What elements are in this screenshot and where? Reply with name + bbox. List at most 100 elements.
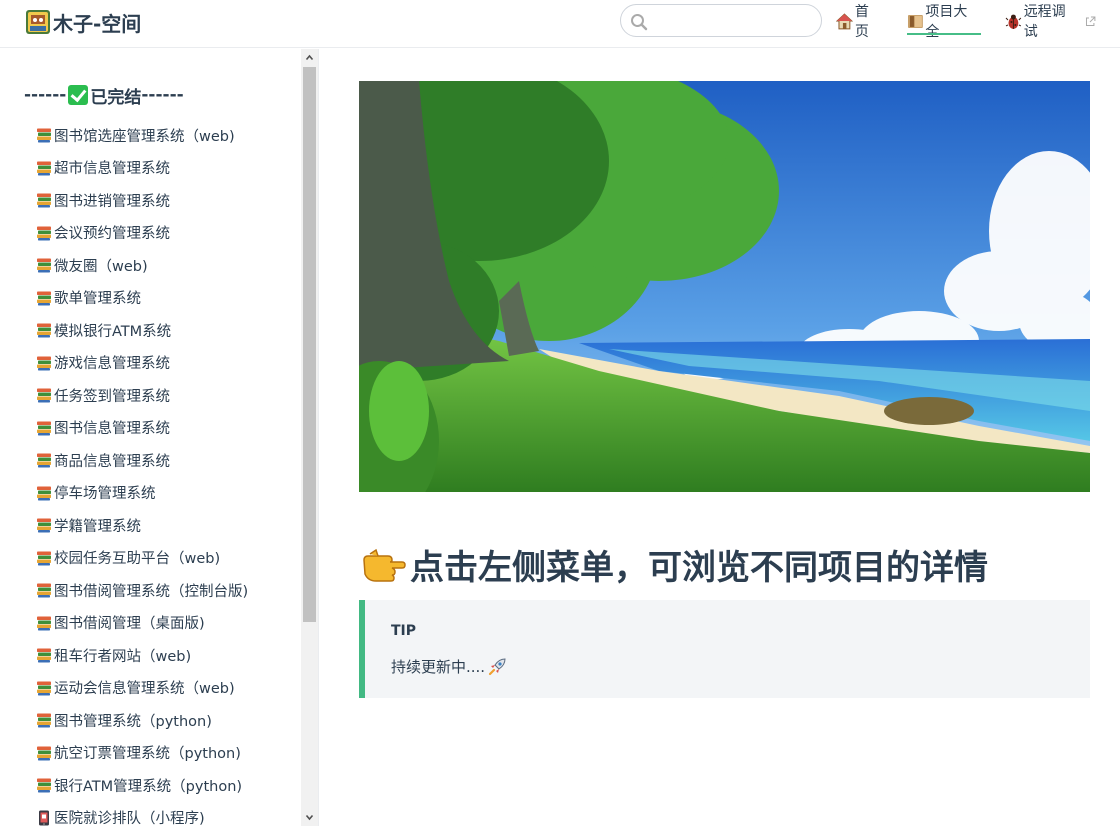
tip-title: TIP <box>391 623 417 639</box>
sidebar-item[interactable]: 租车行者网站（web) <box>36 639 248 672</box>
nav-item-label: 远程调试 <box>1023 4 1066 40</box>
sidebar-item-label: 图书馆选座管理系统（web) <box>54 128 235 145</box>
sidebar-item-label: 医院就诊排队（小程序) <box>54 811 205 826</box>
sidebar-item[interactable]: 图书借阅管理系统（控制台版) <box>36 574 248 607</box>
sidebar-item[interactable]: 会议预约管理系统 <box>36 217 248 250</box>
books-icon <box>37 388 51 403</box>
sidebar-item-label: 游戏信息管理系统 <box>54 356 170 373</box>
sidebar-item-label: 学籍管理系统 <box>54 518 141 535</box>
books-icon <box>37 356 51 371</box>
nav-item-label: 项目大全 <box>925 4 968 40</box>
group-title-prefix: ------ <box>24 85 67 105</box>
group-title-suffix: ------ <box>141 85 184 105</box>
pointing-hand-icon <box>363 548 406 582</box>
sidebar-item-label: 运动会信息管理系统（web) <box>54 681 235 698</box>
sidebar-item-label: 校园任务互助平台（web) <box>54 551 221 568</box>
sidebar-item[interactable]: 图书进销管理系统 <box>36 184 248 217</box>
scrollbar-thumb[interactable] <box>303 67 316 622</box>
books-icon <box>37 746 51 761</box>
external-link-icon <box>1086 16 1096 26</box>
sidebar-item[interactable]: 学籍管理系统 <box>36 509 248 542</box>
books-icon <box>37 713 51 728</box>
books-icon <box>37 648 51 663</box>
sidebar-item[interactable]: 停车场管理系统 <box>36 477 248 510</box>
books-icon <box>37 681 51 696</box>
sidebar-item-label: 微友圈（web) <box>54 258 148 275</box>
sidebar-item[interactable]: 图书借阅管理（桌面版) <box>36 607 248 640</box>
books-icon <box>37 453 51 468</box>
sidebar-item-label: 图书信息管理系统 <box>54 421 170 438</box>
sidebar-item[interactable]: 微友圈（web) <box>36 249 248 282</box>
bug-icon <box>1005 14 1022 29</box>
sidebar-item-label: 租车行者网站（web) <box>54 648 192 665</box>
sidebar-item[interactable]: 超市信息管理系统 <box>36 152 248 185</box>
books-icon <box>37 551 51 566</box>
sidebar-item[interactable]: 校园任务互助平台（web) <box>36 542 248 575</box>
books-icon <box>37 778 51 793</box>
books-icon <box>37 583 51 598</box>
navbar: 木子-空间 首页 项目大全 远程调试 <box>0 0 1120 48</box>
search-icon <box>631 14 648 31</box>
scroll-down-arrow-icon[interactable] <box>305 813 314 822</box>
sidebar-item-label: 航空订票管理系统（python) <box>54 746 241 763</box>
books-icon <box>37 518 51 533</box>
sidebar-item[interactable]: 图书管理系统（python) <box>36 704 248 737</box>
books-icon <box>37 421 51 436</box>
books-icon <box>37 323 51 338</box>
sidebar-item-label: 会议预约管理系统 <box>54 226 170 243</box>
sidebar-scrollbar[interactable] <box>301 49 318 826</box>
sidebar-item[interactable]: 运动会信息管理系统（web) <box>36 672 248 705</box>
sidebar-item[interactable]: 医院就诊排队（小程序) <box>36 802 248 826</box>
site-brand-link[interactable]: 木子-空间 <box>25 8 141 36</box>
search-box[interactable] <box>620 4 822 37</box>
books-icon <box>37 258 51 273</box>
tip-callout: TIP 持续更新中.... <box>359 600 1090 698</box>
sidebar-item-label: 图书进销管理系统 <box>54 193 170 210</box>
house-icon <box>836 12 853 29</box>
nav-item-projects[interactable]: 项目大全 <box>906 4 982 40</box>
books-icon <box>37 128 51 143</box>
sidebar-item[interactable]: 图书信息管理系统 <box>36 412 248 445</box>
page-headline: 点击左侧菜单，可浏览不同项目的详情 <box>362 540 988 588</box>
books-icon <box>37 193 51 208</box>
sidebar-group-title[interactable]: ------ 已完结 ------ <box>24 83 184 108</box>
rocket-icon <box>488 657 506 675</box>
sidebar-item-label: 图书管理系统（python) <box>54 713 212 730</box>
sidebar-item[interactable]: 银行ATM管理系统（python) <box>36 769 248 802</box>
books-icon <box>37 291 51 306</box>
sidebar-item-label: 银行ATM管理系统（python) <box>54 778 243 795</box>
hero-landscape-image <box>359 81 1090 492</box>
sidebar-item-label: 商品信息管理系统 <box>54 453 170 470</box>
group-title-label: 已完结 <box>90 87 142 108</box>
nav-links: 首页 项目大全 远程调试 <box>836 4 1120 40</box>
sidebar-item-label: 模拟银行ATM系统 <box>54 323 172 340</box>
sidebar-menu: 图书馆选座管理系统（web) 超市信息管理系统 图书进销管理系统 会议预约管理系统 微友… <box>36 119 248 826</box>
sidebar-item[interactable]: 模拟银行ATM系统 <box>36 314 248 347</box>
sidebar-item-label: 图书借阅管理（桌面版) <box>54 616 205 633</box>
search-input[interactable] <box>653 9 813 33</box>
sidebar-item-label: 图书借阅管理系统（控制台版) <box>54 583 249 600</box>
sidebar-item-label: 超市信息管理系统 <box>54 161 170 178</box>
sidebar-item[interactable]: 任务签到管理系统 <box>36 379 248 412</box>
scroll-up-arrow-icon[interactable] <box>305 53 314 62</box>
nav-item-remote-debug[interactable]: 远程调试 <box>1005 4 1096 40</box>
sidebar-item[interactable]: 航空订票管理系统（python) <box>36 737 248 770</box>
books-icon <box>907 14 923 28</box>
sidebar-item-label: 任务签到管理系统 <box>54 388 170 405</box>
tip-text-row: 持续更新中.... <box>391 656 507 677</box>
books-icon <box>37 616 51 631</box>
sidebar-item-label: 歌单管理系统 <box>54 291 141 308</box>
mobile-phone-icon <box>39 810 49 826</box>
sidebar-item[interactable]: 歌单管理系统 <box>36 282 248 315</box>
logo-icon <box>26 10 50 34</box>
sidebar-item[interactable]: 商品信息管理系统 <box>36 444 248 477</box>
sidebar-item[interactable]: 游戏信息管理系统 <box>36 347 248 380</box>
sidebar: ------ 已完结 ------ 图书馆选座管理系统（web) 超市信息管理系统… <box>0 49 319 826</box>
nav-item-label: 首页 <box>854 4 869 40</box>
headline-text: 点击左侧菜单，可浏览不同项目的详情 <box>410 547 988 588</box>
books-icon <box>37 161 51 176</box>
site-title: 木子-空间 <box>53 11 142 36</box>
nav-item-home[interactable]: 首页 <box>836 4 883 40</box>
sidebar-item[interactable]: 图书馆选座管理系统（web) <box>36 119 248 152</box>
books-icon <box>37 486 51 501</box>
